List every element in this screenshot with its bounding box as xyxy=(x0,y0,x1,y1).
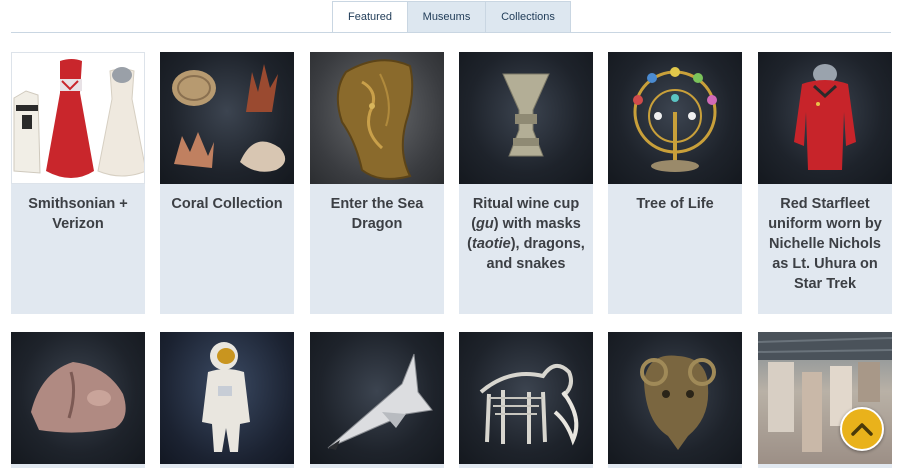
card-smithsonian-verizon[interactable]: Smithsonian + Verizon xyxy=(11,52,145,314)
tree-of-life-sculpture-thumbnail xyxy=(608,52,742,184)
card-space-shuttle[interactable] xyxy=(310,332,444,468)
space-shuttle-thumbnail xyxy=(310,332,444,464)
card-coral-collection[interactable]: Coral Collection xyxy=(160,52,294,314)
card-title: Ritual wine cup (gu) with masks (taotie)… xyxy=(467,196,585,272)
card-mammoth-skeleton[interactable] xyxy=(459,332,593,468)
coral-collection-thumbnail xyxy=(160,52,294,184)
card-rock-specimen[interactable] xyxy=(11,332,145,468)
card-sea-dragon[interactable]: Enter the Sea Dragon xyxy=(310,52,444,314)
card-starfleet-uniform[interactable]: Red Starfleet uniform worn by Nichelle N… xyxy=(758,52,892,314)
card-ritual-wine-cup[interactable]: Ritual wine cup (gu) with masks (taotie)… xyxy=(459,52,593,314)
card-bronze-ram[interactable] xyxy=(608,332,742,468)
chevron-up-icon xyxy=(851,423,873,436)
clothing-collection-thumbnail xyxy=(11,52,145,184)
tab-bar: Featured Museums Collections xyxy=(332,1,571,33)
card-tree-of-life[interactable]: Tree of Life xyxy=(608,52,742,314)
rock-specimen-thumbnail xyxy=(11,332,145,464)
astronaut-spacesuit-thumbnail xyxy=(160,332,294,464)
card-title: Tree of Life xyxy=(636,196,714,212)
card-title: Coral Collection xyxy=(171,196,283,212)
scroll-to-top-button[interactable] xyxy=(840,407,884,451)
tab-museums[interactable]: Museums xyxy=(408,1,486,33)
tab-collections[interactable]: Collections xyxy=(486,1,571,33)
tab-featured[interactable]: Featured xyxy=(332,1,408,33)
card-title: Smithsonian + Verizon xyxy=(28,196,128,232)
tabs-divider xyxy=(11,32,891,33)
mammoth-skeleton-thumbnail xyxy=(459,332,593,464)
card-astronaut-suit[interactable] xyxy=(160,332,294,468)
starfleet-uniform-thumbnail xyxy=(758,52,892,184)
bronze-ram-head-thumbnail xyxy=(608,332,742,464)
bronze-wine-cup-thumbnail xyxy=(459,52,593,184)
card-title: Enter the Sea Dragon xyxy=(330,196,424,232)
sea-dragon-fossil-thumbnail xyxy=(310,52,444,184)
card-title: Red Starfleet uniform worn by Nichelle N… xyxy=(768,196,882,292)
